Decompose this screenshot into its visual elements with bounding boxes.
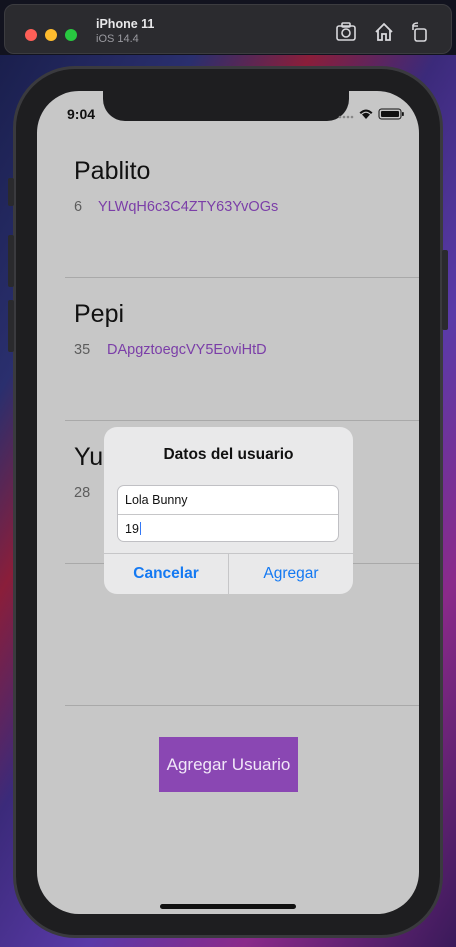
status-icons: [338, 108, 404, 120]
simulator-os-version: iOS 14.4: [96, 33, 139, 45]
user-id: DApgztoegcVY5EoviHtD: [107, 342, 267, 358]
screenshot-icon[interactable]: [335, 21, 357, 43]
user-name: Yu: [74, 443, 104, 471]
close-window-button[interactable]: [25, 29, 37, 41]
user-age: 6: [74, 199, 83, 215]
rotate-device-icon[interactable]: [409, 21, 431, 43]
user-name: Pablito: [74, 157, 151, 185]
user-age: 35: [74, 342, 91, 358]
user-data-alert: Datos del usuario Lola Bunny 19 Cancelar…: [104, 427, 353, 594]
add-button[interactable]: Agregar: [229, 554, 353, 594]
alert-actions: Cancelar Agregar: [104, 553, 353, 594]
user-name: Pepi: [74, 300, 125, 328]
home-indicator[interactable]: [160, 904, 296, 909]
home-icon[interactable]: [373, 21, 395, 43]
alert-title: Datos del usuario: [163, 446, 294, 463]
minimize-window-button[interactable]: [45, 29, 57, 41]
power-button: [442, 250, 448, 330]
name-field-value: Lola Bunny: [125, 493, 188, 507]
age-field-value: 19: [125, 521, 139, 536]
volume-up-button: [8, 235, 14, 287]
cellular-signal-icon: [338, 115, 354, 119]
row-separator: [65, 705, 419, 706]
user-age: 28: [74, 485, 91, 501]
zoom-window-button[interactable]: [65, 29, 77, 41]
user-id: YLWqH6c3C4ZTY63YvOGs: [98, 199, 279, 215]
battery-icon: [378, 108, 404, 120]
volume-down-button: [8, 300, 14, 352]
simulator-toolbar: iPhone 11 iOS 14.4: [4, 4, 452, 54]
cancel-button[interactable]: Cancelar: [104, 554, 229, 594]
status-time: 9:04: [67, 106, 96, 122]
mute-switch: [8, 178, 14, 206]
alert-text-fields: Lola Bunny 19: [117, 485, 339, 542]
list-item[interactable]: Pablito 6 YLWqH6c3C4ZTY63YvOGs: [37, 135, 419, 278]
name-field[interactable]: Lola Bunny: [118, 486, 338, 514]
age-field[interactable]: 19: [118, 514, 338, 541]
notch: [103, 91, 349, 121]
add-user-button[interactable]: Agregar Usuario: [159, 737, 298, 792]
simulator-device-name: iPhone 11: [96, 17, 155, 31]
wifi-icon: [359, 109, 373, 119]
list-item[interactable]: Pepi 35 DApgztoegcVY5EoviHtD: [37, 278, 419, 421]
text-cursor: [139, 522, 141, 535]
